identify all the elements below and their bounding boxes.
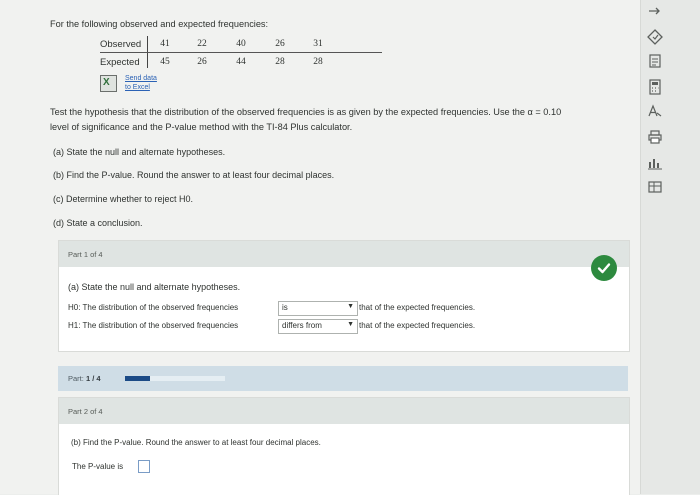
dropdown-arrow-icon: ▼: [347, 303, 354, 310]
text-size-icon[interactable]: [645, 102, 665, 120]
question-intro: For the following observed and expected …: [50, 19, 269, 29]
excel-icon[interactable]: X: [100, 75, 117, 92]
expected-cell: 28: [275, 57, 285, 67]
checkmark-icon: [591, 255, 617, 281]
h1-select[interactable]: differs from ▼: [278, 319, 358, 334]
expected-cell: 28: [313, 57, 323, 67]
table-divider-horizontal: [100, 52, 382, 53]
h0-suffix: that of the expected frequencies.: [359, 303, 476, 312]
pvalue-input[interactable]: [138, 460, 150, 473]
send-data-link[interactable]: Send data: [125, 75, 157, 82]
table-icon[interactable]: [645, 178, 665, 196]
progress-value: 1 / 4: [85, 374, 101, 383]
tool-sidebar: [640, 0, 700, 494]
question-item-a: (a) State the null and alternate hypothe…: [53, 147, 226, 157]
data-icon[interactable]: [645, 154, 665, 172]
progress-track: [125, 376, 225, 381]
observed-cell: 40: [236, 39, 246, 49]
expected-cell: 45: [160, 57, 170, 67]
h1-suffix: that of the expected frequencies.: [359, 321, 476, 330]
send-data-link-line2[interactable]: to Excel: [125, 84, 150, 91]
expected-label: Expected: [100, 57, 140, 68]
part2-header: Part 2 of 4: [59, 398, 629, 424]
collapse-arrow-icon[interactable]: [645, 2, 665, 20]
progress-label: Part: 1 / 4: [68, 374, 101, 383]
part2-prompt: (b) Find the P-value. Round the answer t…: [71, 438, 321, 447]
dropdown-arrow-icon: ▼: [347, 321, 354, 328]
diamond-icon[interactable]: [645, 28, 665, 46]
h0-select-value: is: [282, 303, 288, 312]
observed-cell: 26: [275, 39, 285, 49]
question-item-d: (d) State a conclusion.: [53, 218, 143, 228]
observed-cell: 22: [197, 39, 207, 49]
print-icon[interactable]: [645, 128, 665, 146]
instructions-line-2: level of significance and the P-value me…: [50, 122, 353, 132]
observed-cell: 31: [313, 39, 323, 49]
h1-select-value: differs from: [282, 321, 322, 330]
instructions-line-1: Test the hypothesis that the distributio…: [50, 107, 562, 117]
part2-panel: Part 2 of 4 (b) Find the P-value. Round …: [58, 397, 630, 495]
h0-label: H0: The distribution of the observed fre…: [68, 303, 239, 312]
question-area: For the following observed and expected …: [0, 0, 640, 495]
h0-select[interactable]: is ▼: [278, 301, 358, 316]
pvalue-label: The P-value is: [72, 462, 124, 471]
part1-panel: Part 1 of 4 (a) State the null and alter…: [58, 240, 630, 352]
question-item-c: (c) Determine whether to reject H0.: [53, 194, 194, 204]
frequency-table: Observed Expected 41 22 40 26 31 45 26 4…: [100, 36, 382, 70]
part1-header-label: Part 1 of 4: [68, 250, 103, 259]
observed-cell: 41: [160, 39, 170, 49]
progress-fill: [125, 376, 150, 381]
h1-label: H1: The distribution of the observed fre…: [68, 321, 239, 330]
notes-icon[interactable]: [645, 52, 665, 70]
observed-label: Observed: [100, 39, 142, 50]
part1-header: Part 1 of 4: [59, 241, 629, 267]
question-item-b: (b) Find the P-value. Round the answer t…: [53, 170, 335, 180]
part1-prompt: (a) State the null and alternate hypothe…: [68, 282, 241, 292]
part2-header-label: Part 2 of 4: [68, 407, 103, 416]
expected-cell: 26: [197, 57, 207, 67]
expected-cell: 44: [236, 57, 246, 67]
calculator-icon[interactable]: [645, 78, 665, 96]
part-progress: Part: 1 / 4: [58, 366, 628, 391]
